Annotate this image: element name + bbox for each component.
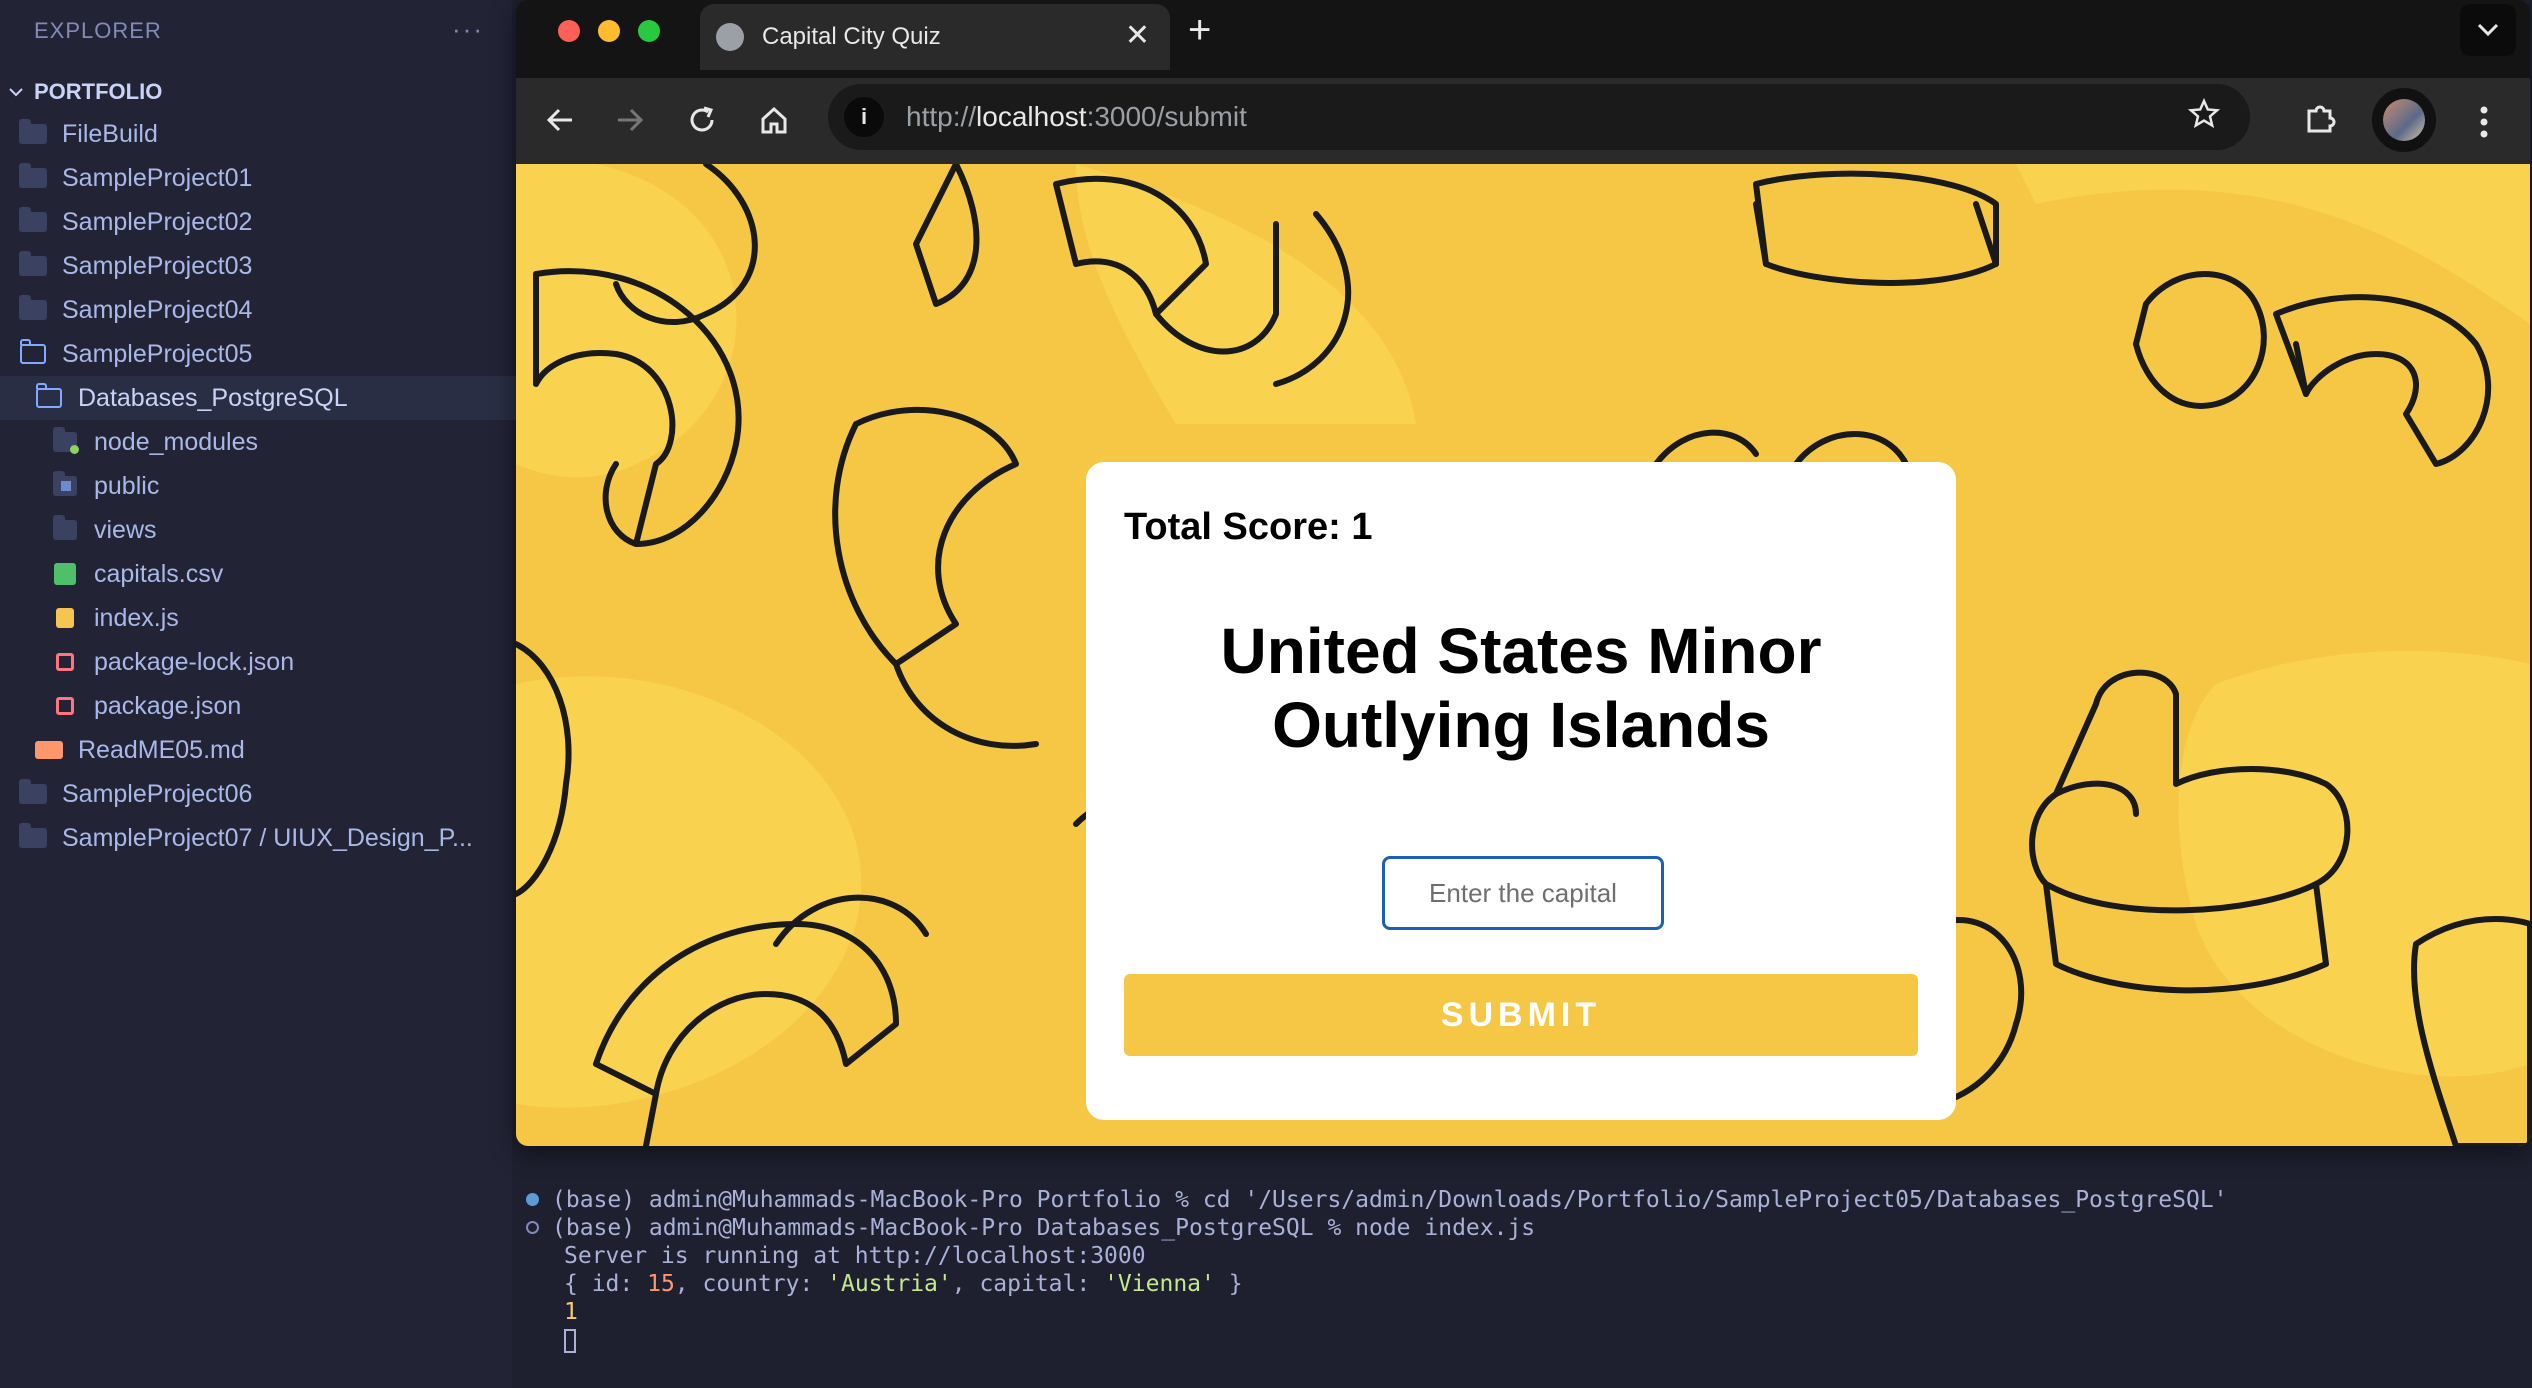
tab-search-button[interactable] <box>2460 4 2516 56</box>
tree-file-package-json[interactable]: package.json <box>0 684 562 728</box>
npm-file-icon <box>56 697 74 715</box>
terminal-cursor <box>552 1326 576 1354</box>
quiz-card: Total Score: 1 United States Minor Outly… <box>1086 462 1956 1120</box>
portfolio-root[interactable]: PORTFOLIO <box>8 76 162 108</box>
tree-folder-filebuild[interactable]: FileBuild <box>0 112 530 156</box>
close-tab-icon[interactable]: ✕ <box>1125 18 1150 53</box>
csv-file-icon <box>54 563 76 585</box>
total-score: Total Score: 1 <box>1124 506 1373 548</box>
tree-file-capitals-csv[interactable]: capitals.csv <box>0 552 562 596</box>
explorer-sidebar: EXPLORER ··· PORTFOLIO FileBuild SampleP… <box>0 0 546 1388</box>
extensions-button[interactable] <box>2298 96 2342 140</box>
new-tab-button[interactable]: + <box>1188 8 1211 53</box>
tree-folder-sampleproject07[interactable]: SampleProject07 / UIUX_Design_P... <box>0 816 530 860</box>
url-text: http://localhost:3000/submit <box>906 101 1247 132</box>
folder-open-icon <box>36 383 62 408</box>
tree-folder-views[interactable]: views <box>0 508 562 552</box>
tab-bar: Capital City Quiz ✕ + <box>516 0 2530 78</box>
avatar-image <box>2383 99 2425 141</box>
bookmark-star-icon[interactable] <box>2188 98 2220 130</box>
reload-icon <box>690 106 714 132</box>
terminal-line: { id: 15, country: 'Austria', capital: '… <box>564 1271 1243 1297</box>
reload-button[interactable] <box>680 98 724 142</box>
tree-file-index-js[interactable]: index.js <box>0 596 562 640</box>
home-button[interactable] <box>752 98 796 142</box>
folder-icon <box>19 295 47 320</box>
folder-icon <box>19 779 47 804</box>
more-actions-icon[interactable]: ··· <box>452 14 484 45</box>
folder-icon <box>53 515 77 540</box>
back-button[interactable] <box>538 98 582 142</box>
terminal-line: 1 <box>564 1299 578 1325</box>
close-window-button[interactable] <box>558 20 580 42</box>
address-bar[interactable]: i http://localhost:3000/submit <box>828 84 2250 150</box>
terminal-line: (base) admin@Muhammads-MacBook-Pro Datab… <box>552 1215 1536 1241</box>
chevron-down-icon <box>2477 23 2499 37</box>
terminal-line: (base) admin@Muhammads-MacBook-Pro Portf… <box>552 1187 2228 1213</box>
command-success-dot <box>526 1193 539 1206</box>
tree-file-readme05-md[interactable]: ReadME05.md <box>0 728 546 772</box>
globe-icon <box>716 23 744 51</box>
site-info-icon[interactable]: i <box>844 97 884 137</box>
node-folder-icon <box>53 427 79 454</box>
country-question: United States Minor Outlying Islands <box>1220 615 1822 761</box>
tree-folder-sampleproject04[interactable]: SampleProject04 <box>0 288 530 332</box>
tree-folder-databases-postgresql[interactable]: Databases_PostgreSQL <box>0 376 546 420</box>
home-icon <box>761 106 787 134</box>
command-running-dot <box>526 1221 539 1234</box>
terminal-panel[interactable]: (base) admin@Muhammads-MacBook-Pro Portf… <box>512 1160 2532 1388</box>
tab-title: Capital City Quiz <box>762 23 941 50</box>
tree-file-package-lock-json[interactable]: package-lock.json <box>0 640 562 684</box>
tree-folder-sampleproject01[interactable]: SampleProject01 <box>0 156 530 200</box>
folder-icon <box>19 119 47 144</box>
maximize-window-button[interactable] <box>638 20 660 42</box>
kebab-menu-icon <box>2480 106 2488 138</box>
public-folder-icon <box>53 471 77 496</box>
tree-folder-sampleproject05[interactable]: SampleProject05 <box>0 332 530 376</box>
folder-icon <box>19 251 47 276</box>
puzzle-icon <box>2307 105 2336 133</box>
profile-avatar[interactable] <box>2372 88 2436 152</box>
tree-folder-sampleproject03[interactable]: SampleProject03 <box>0 244 530 288</box>
submit-button[interactable]: SUBMIT <box>1124 974 1918 1056</box>
forward-button[interactable] <box>608 98 652 142</box>
folder-icon <box>19 823 47 848</box>
browser-toolbar: i http://localhost:3000/submit <box>516 78 2530 164</box>
arrow-left-icon <box>546 108 572 132</box>
chevron-down-icon <box>9 88 23 97</box>
folder-icon <box>19 163 47 188</box>
folder-open-icon <box>20 339 46 364</box>
quiz-page: Total Score: 1 United States Minor Outly… <box>516 164 2530 1146</box>
browser-window: Capital City Quiz ✕ + i http://localhost… <box>516 0 2530 1146</box>
capital-input[interactable] <box>1382 856 1664 930</box>
minimize-window-button[interactable] <box>598 20 620 42</box>
lock-file-icon <box>56 653 74 671</box>
folder-icon <box>19 207 47 232</box>
tree-folder-sampleproject02[interactable]: SampleProject02 <box>0 200 530 244</box>
explorer-header: EXPLORER <box>34 18 162 43</box>
tree-folder-public[interactable]: public <box>0 464 562 508</box>
terminal-line: Server is running at http://localhost:30… <box>564 1243 1146 1269</box>
javascript-file-icon <box>56 608 74 628</box>
root-label: PORTFOLIO <box>34 79 163 104</box>
tree-folder-node-modules[interactable]: node_modules <box>0 420 562 464</box>
browser-menu-button[interactable] <box>2462 100 2506 144</box>
tab-capital-city-quiz[interactable]: Capital City Quiz ✕ <box>700 4 1170 70</box>
tree-folder-sampleproject06[interactable]: SampleProject06 <box>0 772 530 816</box>
markdown-file-icon <box>35 741 63 759</box>
arrow-right-icon <box>618 108 644 132</box>
